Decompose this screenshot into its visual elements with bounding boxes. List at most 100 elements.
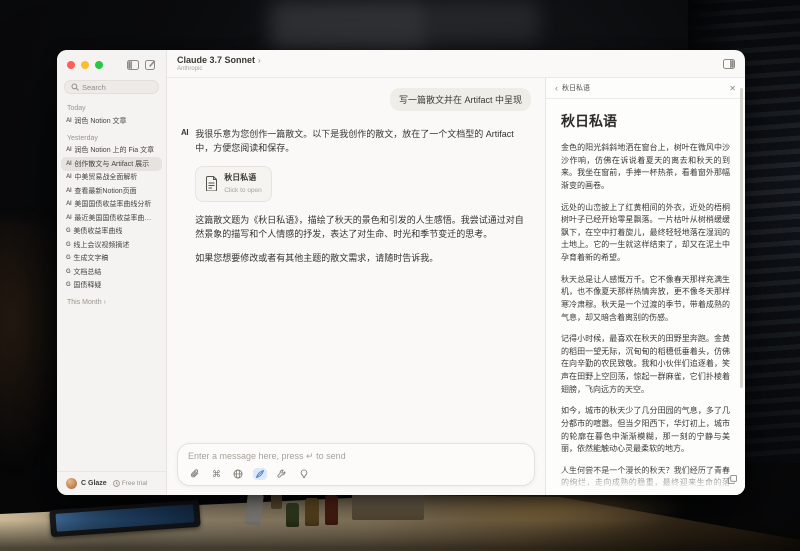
vendor-label: Anthropic <box>177 66 261 72</box>
sidebar-chat-item[interactable]: G线上会议视频摘述 <box>61 238 162 252</box>
sidebar-chat-item[interactable]: G美债收益率曲线 <box>61 225 162 239</box>
claude-app-window: Search TodayAI润色 Notion 文章YesterdayAI润色 … <box>57 50 745 495</box>
background-espresso-machine <box>270 0 430 52</box>
chat-item-label: 润色 Notion 文章 <box>74 116 126 126</box>
message-input[interactable]: Enter a message here, press ↵ to send ⌘ <box>177 443 535 486</box>
artifact-paragraphs: 金色的阳光斜斜地洒在窗台上，树叶在微风中沙沙作响，仿佛在诉说着夏天的离去和秋天的… <box>561 142 730 495</box>
sidebar-chat-item[interactable]: AI美国国债收益率曲线分析 <box>61 198 162 212</box>
artifact-panel-header: ‹ 秋日私语 ✕ <box>546 78 745 99</box>
assistant-paragraph: 这篇散文题为《秋日私语》，描绘了秋天的景色和引发的人生感悟。我尝试通过对自然景象… <box>195 213 531 242</box>
assistant-intro: 我很乐意为您创作一篇散文。以下是我创作的散文，放在了一个文档型的 Artifac… <box>195 127 531 156</box>
sidebar-chat-item[interactable]: G文档总结 <box>61 265 162 279</box>
model-name: Claude 3.7 Sonnet <box>177 55 255 65</box>
copy-icon[interactable] <box>728 471 737 489</box>
artifact-paragraph: 人生何尝不是一个漫长的秋天？我们经历了青春的绚烂，走向成熟的稳重，最终迎来生命的… <box>561 465 730 495</box>
titlebar: Claude 3.7 Sonnet › Anthropic <box>167 50 745 78</box>
gemini-g-icon: G <box>66 282 70 288</box>
sidebar-chat-item[interactable]: G生成文字稿 <box>61 252 162 266</box>
gemini-g-icon: G <box>66 269 70 275</box>
sidebar-chat-item[interactable]: AI创作散文与 Artifact 展示 <box>61 157 162 171</box>
message-input-placeholder: Enter a message here, press ↵ to send <box>188 451 524 462</box>
chat-item-label: 文档总结 <box>73 267 101 277</box>
account-name: C Glaze <box>81 480 107 487</box>
main-area: Claude 3.7 Sonnet › Anthropic 写一篇散文并在 Ar… <box>167 50 745 495</box>
chat-item-label: 国债释疑 <box>73 280 101 290</box>
chat-item-label: 润色 Notion 上的 Fia 文章 <box>74 145 154 155</box>
avatar <box>66 478 77 489</box>
chevron-right-icon: › <box>258 56 261 65</box>
minimize-window-button[interactable] <box>81 61 89 69</box>
anthropic-ai-icon: AI <box>66 174 71 180</box>
artifact-card-title: 秋日私语 <box>224 172 262 185</box>
artifact-paragraph: 远处的山峦披上了红黄相间的外衣，近处的梧桐树叶子已经开始零星飘落。一片枯叶从树梢… <box>561 202 730 265</box>
background-shelf <box>430 0 540 44</box>
artifact-card-subtitle: Click to open <box>224 186 262 196</box>
window-controls <box>57 50 166 76</box>
user-message: 写一篇散文并在 Artifact 中呈现 <box>390 88 531 111</box>
search-placeholder: Search <box>82 83 106 92</box>
sidebar-section-label: Yesterday <box>67 135 156 142</box>
assistant-message: AI 我很乐意为您创作一篇散文。以下是我创作的散文，放在了一个文档型的 Arti… <box>181 127 531 274</box>
new-chat-icon[interactable] <box>145 59 156 70</box>
search-input[interactable]: Search <box>64 80 159 94</box>
artifact-paragraph: 记得小时候，最喜欢在秋天的田野里奔跑。金黄的稻田一望无际，沉甸甸的稻穗低垂着头，… <box>561 333 730 396</box>
sidebar-chat-item[interactable]: AI查看最新Notion页面 <box>61 184 162 198</box>
artifact-paragraph: 如今，城市的秋天少了几分田园的气息，多了几分都市的喧嚣。但当夕阳西下，华灯初上，… <box>561 405 730 456</box>
sidebar-chat-item[interactable]: AI润色 Notion 文章 <box>61 114 162 128</box>
sidebar: Search TodayAI润色 Notion 文章YesterdayAI润色 … <box>57 50 167 495</box>
artifact-card[interactable]: 秋日私语 Click to open <box>195 166 272 202</box>
zoom-window-button[interactable] <box>95 61 103 69</box>
search-icon <box>71 83 79 91</box>
sidebar-chat-item[interactable]: G国债释疑 <box>61 279 162 293</box>
chat-item-label: 线上会议视频摘述 <box>73 240 129 250</box>
sidebar-chat-item[interactable]: AI最近美国国债收益率曲线绘... <box>61 211 162 225</box>
artifact-header-title: 秋日私语 <box>562 83 590 93</box>
close-icon[interactable]: ✕ <box>729 84 736 93</box>
chat-history-list: TodayAI润色 Notion 文章YesterdayAI润色 Notion … <box>57 96 166 471</box>
sidebar-chat-item[interactable]: AI润色 Notion 上的 Fia 文章 <box>61 144 162 158</box>
chat-item-label: 生成文字稿 <box>73 253 108 263</box>
background-counter-front <box>0 520 800 551</box>
sidebar-chat-item[interactable]: AI中美贸易战全面解析 <box>61 171 162 185</box>
anthropic-ai-icon: AI <box>181 127 188 274</box>
desktop-background: Search TodayAI润色 Notion 文章YesterdayAI润色 … <box>0 0 800 551</box>
assistant-paragraph: 如果您想要修改或者有其他主题的散文需求，请随时告诉我。 <box>195 251 531 265</box>
chat-item-label: 最近美国国债收益率曲线绘... <box>74 213 157 223</box>
content-row: 写一篇散文并在 Artifact 中呈现 AI 我很乐意为您创作一篇散文。以下是… <box>167 78 745 495</box>
anthropic-ai-icon: AI <box>66 188 71 194</box>
artifact-paragraph: 金色的阳光斜斜地洒在窗台上，树叶在微风中沙沙作响，仿佛在诉说着夏天的离去和秋天的… <box>561 142 730 193</box>
input-toolbar: ⌘ <box>188 468 524 480</box>
gemini-g-icon: G <box>66 228 70 234</box>
attachment-icon[interactable] <box>188 468 202 480</box>
artifact-panel-toggle-icon[interactable] <box>723 59 735 69</box>
artifact-paragraph: 秋天总是让人感慨万千。它不像春天那样充满生机，也不像夏天那样热情奔放，更不像冬天… <box>561 274 730 325</box>
sidebar-section-label: Today <box>67 105 156 112</box>
command-icon[interactable]: ⌘ <box>210 469 223 480</box>
scrollbar[interactable] <box>740 88 743 388</box>
lightbulb-icon[interactable] <box>297 468 311 480</box>
sidebar-toggle-icon[interactable] <box>127 60 139 70</box>
chat-pane: 写一篇散文并在 Artifact 中呈现 AI 我很乐意为您创作一篇散文。以下是… <box>167 78 545 495</box>
artifact-panel: ‹ 秋日私语 ✕ 秋日私语 金色的阳光斜斜地洒在窗台上，树叶在微风中沙沙作响，仿… <box>545 78 745 495</box>
anthropic-ai-icon: AI <box>66 147 71 153</box>
anthropic-ai-icon: AI <box>66 118 71 124</box>
anthropic-ai-icon: AI <box>66 215 71 221</box>
artifact-content: 秋日私语 金色的阳光斜斜地洒在窗台上，树叶在微风中沙沙作响，仿佛在诉说着夏天的离… <box>546 99 745 495</box>
artifact-title: 秋日私语 <box>561 111 730 131</box>
globe-icon[interactable] <box>231 468 245 480</box>
close-window-button[interactable] <box>67 61 75 69</box>
gemini-g-icon: G <box>66 242 70 248</box>
tools-icon[interactable] <box>275 468 289 480</box>
this-month-section-label[interactable]: This Month › <box>67 299 156 306</box>
plan-label: Free trial <box>122 480 148 487</box>
model-selector[interactable]: Claude 3.7 Sonnet › Anthropic <box>177 55 261 72</box>
clock-icon <box>113 480 120 487</box>
account-row[interactable]: C Glaze Free trial <box>57 471 166 495</box>
plan-badge: Free trial <box>113 480 148 487</box>
anthropic-ai-icon: AI <box>66 161 71 167</box>
chat-item-label: 查看最新Notion页面 <box>74 186 136 196</box>
back-chevron-icon[interactable]: ‹ <box>555 84 558 93</box>
pen-icon[interactable] <box>253 468 267 480</box>
chat-item-label: 创作散文与 Artifact 展示 <box>74 159 149 169</box>
background-register <box>352 494 424 520</box>
